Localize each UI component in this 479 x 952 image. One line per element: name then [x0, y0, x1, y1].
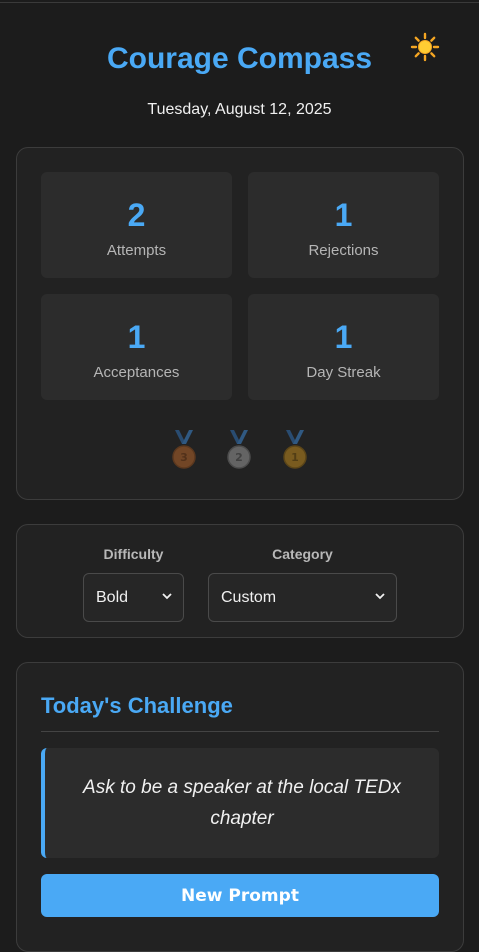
difficulty-label: Difficulty — [103, 546, 164, 562]
challenge-divider — [41, 731, 439, 732]
bronze-medal-number: 3 — [180, 451, 188, 464]
stat-day-streak: 1 Day Streak — [248, 294, 439, 400]
category-selected-value: Custom — [221, 589, 277, 606]
stat-value: 2 — [127, 197, 146, 233]
category-select[interactable]: Custom — [208, 573, 397, 622]
stat-label: Day Streak — [306, 364, 381, 381]
stat-value: 1 — [127, 319, 146, 355]
bronze-medal-icon: 3 — [172, 430, 196, 469]
category-label: Category — [272, 546, 333, 562]
chevron-down-icon — [162, 593, 172, 600]
medal-row: 3 2 1 — [17, 430, 463, 474]
chevron-down-icon — [375, 593, 385, 600]
stat-label: Attempts — [106, 242, 167, 259]
app-header: Courage Compass Tuesday, August 12, 2025 — [0, 0, 479, 130]
stat-value: 1 — [334, 319, 353, 355]
challenge-heading: Today's Challenge — [41, 693, 233, 718]
stat-attempts: 2 Attempts — [41, 172, 232, 278]
gold-medal-icon: 1 — [283, 430, 307, 469]
stats-card: 2 Attempts 1 Rejections 1 Acceptances 1 … — [16, 147, 464, 500]
difficulty-selected-value: Bold — [96, 589, 129, 606]
new-prompt-button[interactable]: New Prompt — [41, 874, 439, 917]
theme-toggle-button[interactable] — [408, 30, 442, 64]
challenge-prompt-box: Ask to be a speaker at the local TEDx ch… — [41, 748, 439, 858]
silver-medal-number: 2 — [235, 451, 243, 464]
filter-card: Difficulty Category Bold Custom — [16, 524, 464, 638]
difficulty-select[interactable]: Bold — [83, 573, 184, 622]
stat-label: Rejections — [308, 242, 379, 259]
stat-value: 1 — [334, 197, 353, 233]
stat-rejections: 1 Rejections — [248, 172, 439, 278]
stat-label: Acceptances — [93, 364, 180, 381]
silver-medal-icon: 2 — [227, 430, 251, 469]
stat-acceptances: 1 Acceptances — [41, 294, 232, 400]
challenge-prompt-text: Ask to be a speaker at the local TEDx ch… — [83, 777, 401, 829]
current-date: Tuesday, August 12, 2025 — [147, 101, 332, 118]
gold-medal-number: 1 — [291, 451, 299, 464]
sun-icon — [410, 32, 440, 62]
challenge-card: Today's Challenge Ask to be a speaker at… — [16, 662, 464, 952]
